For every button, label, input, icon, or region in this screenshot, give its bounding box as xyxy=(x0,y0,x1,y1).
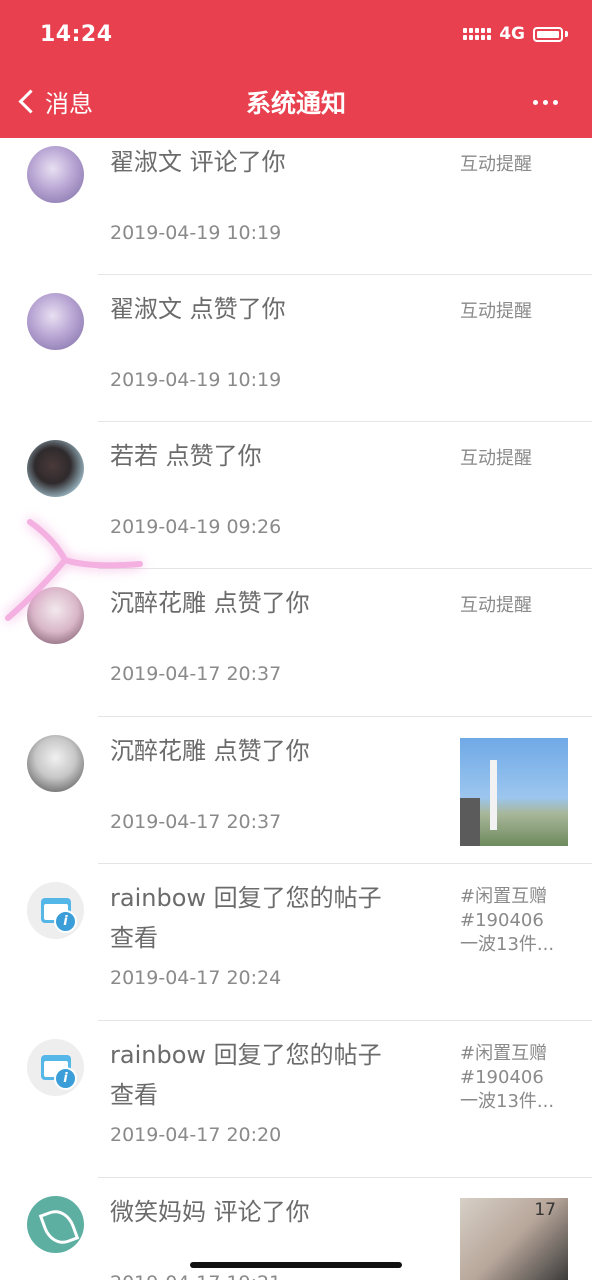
notification-item[interactable]: 翟淑文 点赞了你 2019-04-19 10:19 互动提醒 xyxy=(0,275,592,422)
notification-time: 2019-04-19 10:19 xyxy=(110,222,282,244)
notification-time: 2019-04-17 20:20 xyxy=(110,1124,282,1146)
more-button[interactable] xyxy=(533,100,558,105)
info-icon: i xyxy=(54,910,77,933)
avatar[interactable] xyxy=(27,146,84,203)
avatar[interactable] xyxy=(27,1196,84,1253)
notification-title: 微笑妈妈 评论了你 xyxy=(110,1198,310,1226)
roof-shape xyxy=(460,798,480,846)
notification-title: 翟淑文 点赞了你 xyxy=(110,295,286,323)
notification-title: 翟淑文 评论了你 xyxy=(110,148,286,176)
more-dots-icon xyxy=(533,100,538,105)
notification-title: 沉醉花雕 点赞了你 xyxy=(110,589,310,617)
leaf-icon xyxy=(38,1204,80,1250)
page-title: 系统通知 xyxy=(245,89,346,118)
notification-title: 若若 点赞了你 xyxy=(110,442,262,470)
home-indicator[interactable] xyxy=(190,1262,402,1268)
battery-tip xyxy=(565,31,568,37)
post-ref-line: #190406 xyxy=(460,1067,544,1088)
avatar[interactable] xyxy=(27,440,84,497)
post-reference[interactable]: #闲置互赠 #190406 一波13件... xyxy=(460,1042,570,1114)
notification-time: 2019-04-19 10:19 xyxy=(110,369,282,391)
avatar[interactable]: i xyxy=(27,882,84,939)
notification-time: 2019-04-17 19:21 xyxy=(110,1272,281,1280)
notification-time: 2019-04-17 20:37 xyxy=(110,663,282,685)
notification-time: 2019-04-17 20:37 xyxy=(110,811,282,833)
notification-title: rainbow 回复了您的帖子 xyxy=(110,1041,382,1069)
notification-title: rainbow 回复了您的帖子 xyxy=(110,884,382,912)
notification-time: 2019-04-19 09:26 xyxy=(110,516,282,538)
notification-item[interactable]: 沉醉花雕 点赞了你 2019-04-17 20:37 互动提醒 xyxy=(0,569,592,716)
screen: 14:24 4G 消息 系统通知 翟淑文 评论了你 2019-04-19 10:… xyxy=(0,0,592,1280)
post-reference[interactable]: #闲置互赠 #190406 一波13件... xyxy=(460,885,570,957)
notification-tag: 互动提醒 xyxy=(460,595,532,616)
notification-item[interactable]: i rainbow 回复了您的帖子 查看 2019-04-17 20:20 #闲… xyxy=(0,1021,592,1178)
notification-item[interactable]: 若若 点赞了你 2019-04-19 09:26 互动提醒 xyxy=(0,422,592,569)
header-bar: 14:24 4G 消息 系统通知 xyxy=(0,0,592,138)
tower-shape xyxy=(490,760,497,830)
avatar[interactable] xyxy=(27,587,84,644)
notification-tag: 互动提醒 xyxy=(460,448,532,469)
post-thumbnail[interactable] xyxy=(460,738,568,846)
notification-subtitle[interactable]: 查看 xyxy=(110,918,410,958)
post-thumbnail[interactable]: 17 xyxy=(460,1198,568,1280)
post-ref-line: 一波13件... xyxy=(460,934,555,955)
notification-tag: 互动提醒 xyxy=(460,301,532,322)
post-ref-line: #闲置互赠 xyxy=(460,1043,548,1064)
post-ref-line: #闲置互赠 xyxy=(460,886,548,907)
notification-title: 沉醉花雕 点赞了你 xyxy=(110,737,310,765)
post-ref-line: #190406 xyxy=(460,910,544,931)
notification-item[interactable]: i rainbow 回复了您的帖子 查看 2019-04-17 20:24 #闲… xyxy=(0,864,592,1021)
avatar[interactable] xyxy=(27,293,84,350)
signal-icon xyxy=(463,28,492,40)
avatar[interactable]: i xyxy=(27,1039,84,1096)
network-label: 4G xyxy=(499,24,525,44)
notification-item[interactable]: 沉醉花雕 点赞了你 2019-04-17 20:37 xyxy=(0,717,592,864)
notification-time: 2019-04-17 20:24 xyxy=(110,967,282,989)
status-time: 14:24 xyxy=(40,22,113,47)
magazine-number: 17 xyxy=(534,1200,556,1220)
avatar[interactable] xyxy=(27,735,84,792)
notification-tag: 互动提醒 xyxy=(460,154,532,175)
notification-item[interactable]: 翟淑文 评论了你 2019-04-19 10:19 互动提醒 xyxy=(0,138,592,275)
info-icon: i xyxy=(54,1067,77,1090)
status-indicators: 4G xyxy=(463,24,568,44)
post-ref-line: 一波13件... xyxy=(460,1091,555,1112)
notification-subtitle[interactable]: 查看 xyxy=(110,1075,410,1115)
battery-icon xyxy=(533,26,563,42)
